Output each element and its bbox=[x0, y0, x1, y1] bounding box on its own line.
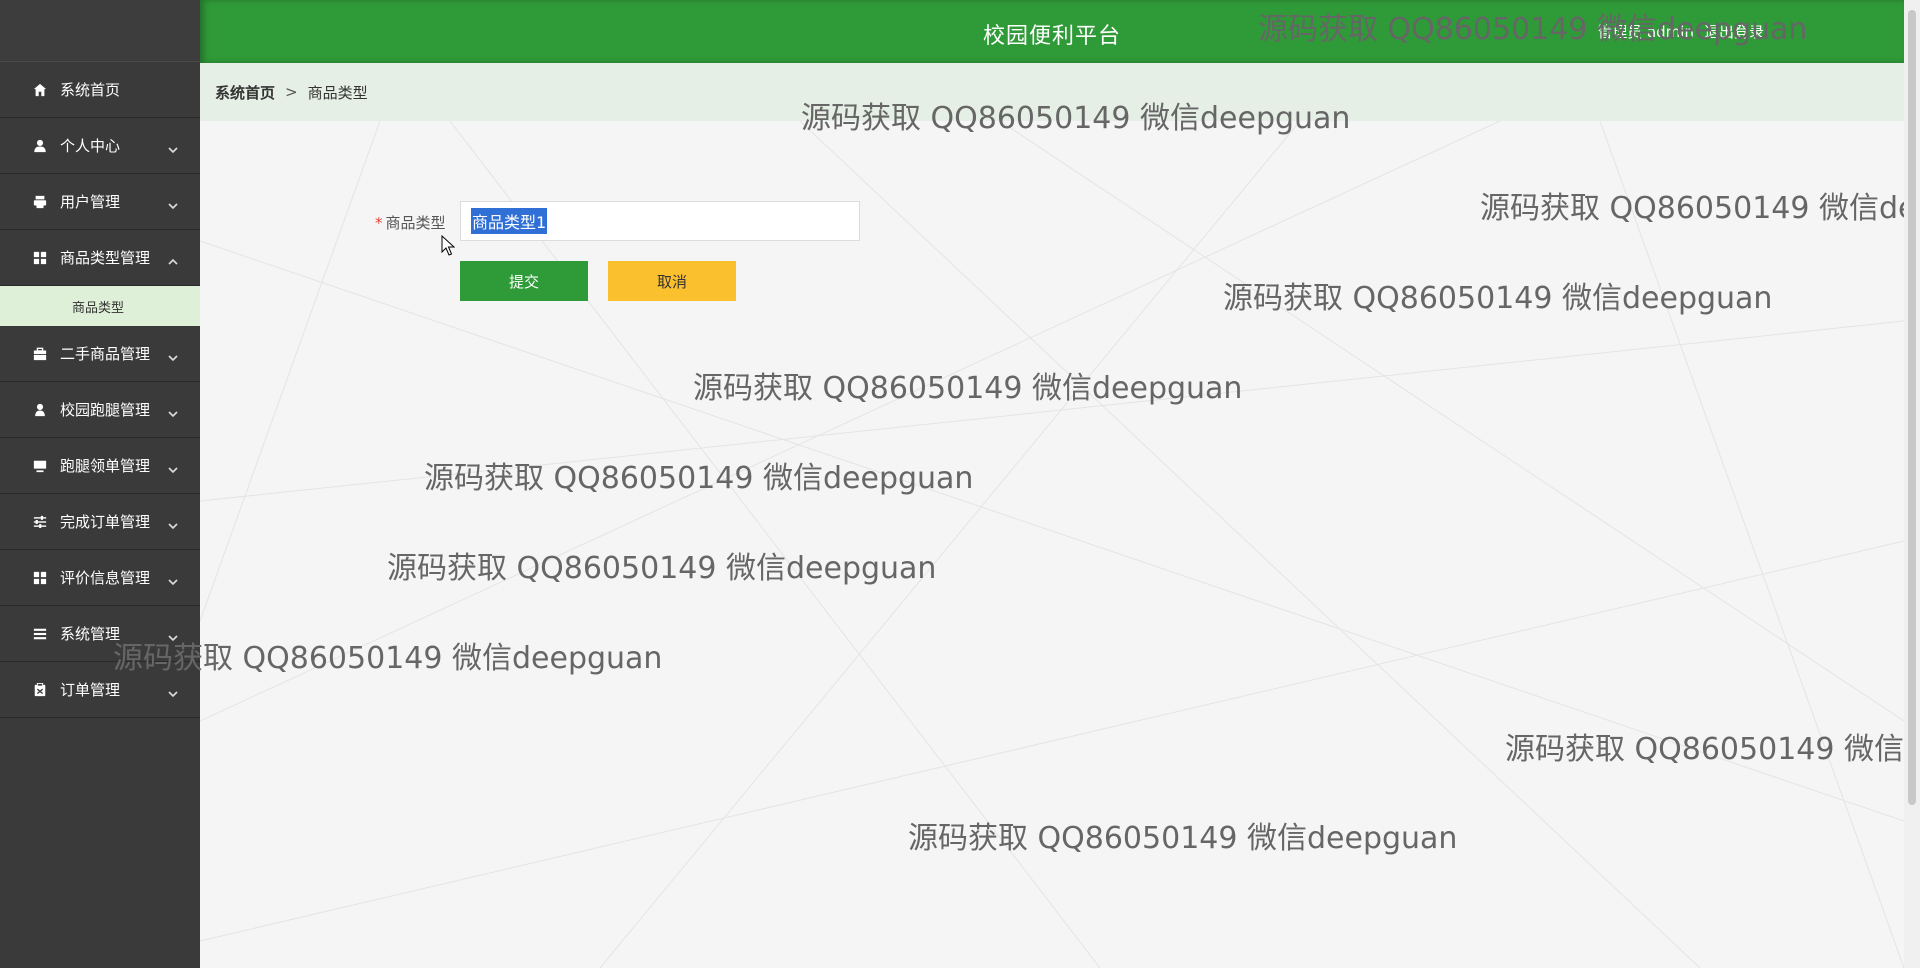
breadcrumb-current: 商品类型 bbox=[307, 83, 368, 102]
briefcase-icon bbox=[32, 346, 48, 362]
product-type-label: * 商品类型 bbox=[375, 212, 446, 233]
sidebar-item-review-management[interactable]: 评价信息管理 bbox=[0, 550, 200, 606]
sidebar-item-personal-center[interactable]: 个人中心 bbox=[0, 118, 200, 174]
sidebar-item-label: 评价信息管理 bbox=[60, 569, 151, 587]
sidebar-top bbox=[0, 0, 200, 62]
mouse-cursor-icon bbox=[441, 235, 455, 256]
sidebar-item-label: 完成订单管理 bbox=[60, 513, 151, 531]
sidebar-item-label: 二手商品管理 bbox=[60, 345, 151, 363]
chevron-down-icon bbox=[168, 629, 178, 641]
submit-button[interactable]: 提交 bbox=[460, 261, 588, 301]
sidebar-item-home[interactable]: 系统首页 bbox=[0, 62, 200, 118]
product-type-input-value: 商品类型1 bbox=[471, 208, 548, 234]
main-content: * 商品类型 商品类型1 提交 取消 bbox=[200, 121, 1904, 968]
scrollbar-thumb[interactable] bbox=[1908, 10, 1916, 805]
home-icon bbox=[32, 82, 48, 98]
sidebar-item-campus-errand[interactable]: 校园跑腿管理 bbox=[0, 382, 200, 438]
chevron-down-icon bbox=[168, 685, 178, 697]
sidebar-item-system-management[interactable]: 系统管理 bbox=[0, 606, 200, 662]
sidebar-item-user-management[interactable]: 用户管理 bbox=[0, 174, 200, 230]
sidebar-item-label: 商品类型管理 bbox=[60, 249, 151, 267]
grid-icon bbox=[32, 570, 48, 586]
cancel-button[interactable]: 取消 bbox=[608, 261, 736, 301]
breadcrumb-home[interactable]: 系统首页 bbox=[215, 82, 275, 103]
page-scrollbar[interactable] bbox=[1904, 0, 1920, 968]
chevron-up-icon bbox=[168, 253, 178, 265]
sidebar: 系统首页 个人中心 用户管理 商品类型管理 商品类型 二手商品管理 校园跑腿管理… bbox=[0, 0, 200, 968]
sidebar-item-order-management[interactable]: 订单管理 bbox=[0, 662, 200, 718]
product-type-input[interactable]: 商品类型1 bbox=[460, 201, 860, 241]
clipboard-icon bbox=[32, 682, 48, 698]
product-type-label-text: 商品类型 bbox=[385, 214, 446, 232]
user-icon bbox=[32, 138, 48, 154]
sidebar-item-errand-orders[interactable]: 跑腿领单管理 bbox=[0, 438, 200, 494]
sidebar-item-product-type-management[interactable]: 商品类型管理 bbox=[0, 230, 200, 286]
submenu-item-label: 商品类型 bbox=[72, 300, 125, 316]
user-label: 管理员 admin bbox=[1597, 23, 1694, 41]
breadcrumb: 系统首页 > 商品类型 bbox=[200, 63, 1904, 121]
list-icon bbox=[32, 626, 48, 642]
submenu-item-product-type[interactable]: 商品类型 bbox=[0, 286, 200, 326]
top-header: 校园便利平台 管理员 admin 退出登录 bbox=[200, 0, 1904, 63]
chevron-down-icon bbox=[168, 197, 178, 209]
sidebar-item-label: 个人中心 bbox=[60, 137, 121, 155]
breadcrumb-separator: > bbox=[285, 83, 298, 101]
sliders-icon bbox=[32, 514, 48, 530]
grid-icon bbox=[32, 250, 48, 266]
logout-link[interactable]: 退出登录 bbox=[1704, 21, 1764, 42]
chevron-down-icon bbox=[168, 461, 178, 473]
required-mark: * bbox=[375, 214, 383, 232]
chevron-down-icon bbox=[168, 349, 178, 361]
sidebar-item-label: 校园跑腿管理 bbox=[60, 401, 151, 419]
chevron-down-icon bbox=[168, 405, 178, 417]
sidebar-item-completed-orders[interactable]: 完成订单管理 bbox=[0, 494, 200, 550]
sidebar-item-label: 跑腿领单管理 bbox=[60, 457, 151, 475]
chevron-down-icon bbox=[168, 141, 178, 153]
person-icon bbox=[32, 402, 48, 418]
sidebar-item-label: 系统管理 bbox=[60, 625, 121, 643]
monitor-icon bbox=[32, 458, 48, 474]
printer-icon bbox=[32, 194, 48, 210]
chevron-down-icon bbox=[168, 573, 178, 585]
header-user-area: 管理员 admin 退出登录 bbox=[1597, 21, 1764, 42]
sidebar-item-label: 系统首页 bbox=[60, 81, 121, 99]
chevron-down-icon bbox=[168, 517, 178, 529]
sidebar-item-second-hand-goods[interactable]: 二手商品管理 bbox=[0, 326, 200, 382]
sidebar-item-label: 用户管理 bbox=[60, 193, 121, 211]
sidebar-item-label: 订单管理 bbox=[60, 681, 121, 699]
